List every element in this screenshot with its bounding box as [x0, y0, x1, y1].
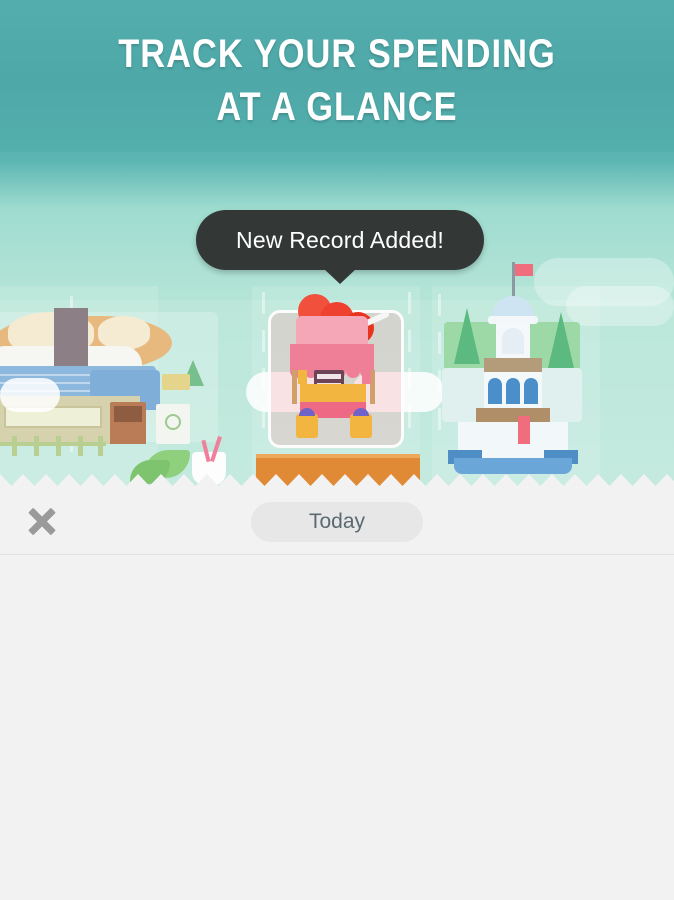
date-selector-today[interactable]: Today	[251, 502, 423, 542]
torn-paper-edge	[0, 466, 674, 488]
food-truck-illustration	[252, 286, 424, 486]
title-line-1: TRACK YOUR SPENDING	[118, 32, 556, 76]
new-record-tooltip: New Record Added!	[196, 210, 484, 284]
title-line-2: AT A GLANCE	[216, 85, 458, 129]
tooltip-text: New Record Added!	[236, 226, 444, 253]
tooltip-arrow-icon	[323, 268, 357, 284]
app-root: TRACK YOUR SPENDING AT A GLANCE New Reco…	[0, 0, 674, 900]
close-icon[interactable]	[23, 502, 61, 540]
capitol-building-illustration	[432, 262, 608, 486]
date-label: Today	[308, 510, 366, 533]
entry-panel: $ Cash $8.99	[0, 486, 674, 900]
panel-divider	[0, 554, 674, 555]
cloud-icon	[0, 378, 60, 412]
page-title: TRACK YOUR SPENDING AT A GLANCE	[47, 28, 627, 134]
